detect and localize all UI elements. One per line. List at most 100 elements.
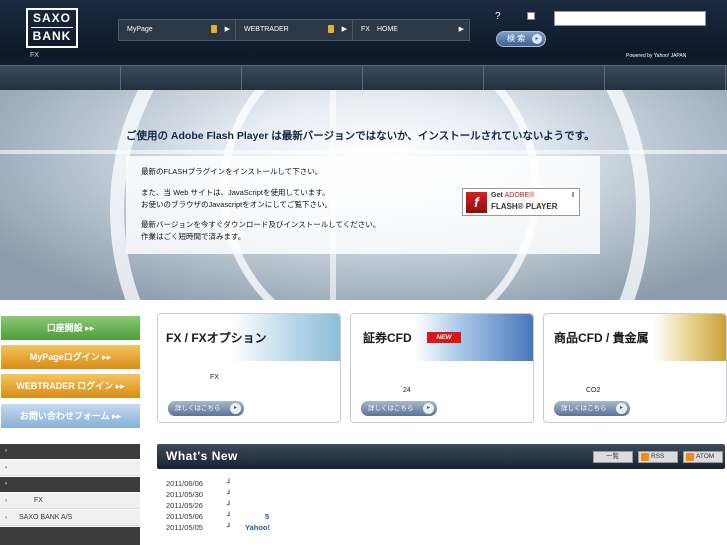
download-arrow-icon: ⬇ (570, 192, 576, 199)
chevron-right-icon: › (5, 481, 7, 487)
logo-subtitle: FX (30, 52, 39, 59)
card-details-label: 詳しくはこちら (561, 405, 607, 412)
contact-form-button[interactable]: お問い合わせフォーム ▸▸ (1, 404, 140, 428)
main-nav-item[interactable] (484, 66, 605, 90)
news-separator: ┛ (227, 480, 232, 487)
card-details-label: 詳しくはこちら (368, 405, 414, 412)
chevron-right-icon: › (5, 515, 7, 521)
card-title: 証券CFD (363, 331, 412, 345)
news-list-button[interactable]: 一覧 (593, 451, 633, 463)
product-card-fx[interactable]: FX / FXオプション FX 詳しくはこちら ▸ (157, 313, 341, 423)
news-separator: ┛ (227, 513, 232, 520)
flash-notice-line: また、当 Web サイトは、JavaScriptを使用しています。 (141, 188, 330, 197)
webtrader-login-button[interactable]: WEBTRADER ログイン ▸▸ (1, 374, 140, 398)
nav-mypage[interactable]: MyPage ▶ (119, 20, 236, 40)
new-badge: NEW (427, 332, 461, 343)
powered-by-text: Powered by Yahoo! JAPAN (626, 53, 687, 59)
flash-notice-line: 最新バージョンを今すぐダウンロード及びインストールしてください。 (141, 220, 381, 229)
card-details-button[interactable]: 詳しくはこちら ▸ (361, 401, 437, 416)
rss-button[interactable]: RSS (638, 451, 678, 463)
flash-notice-line: 作業はごく短時間で済みます。 (141, 232, 246, 241)
nav-webtrader-label: WEBTRADER (244, 26, 289, 33)
news-separator: ┛ (227, 524, 232, 531)
main-nav-item[interactable] (242, 66, 363, 90)
flash-notice-line: 最新のFLASHプラグインをインストールして下さい。 (141, 167, 323, 176)
flash-notice-box: 最新のFLASHプラグインをインストールして下さい。 また、当 Web サイトは… (126, 156, 600, 254)
news-date: 2011/05/26 (166, 501, 203, 510)
news-date: 2011/05/30 (166, 490, 203, 499)
get-flash-prefix: Get (491, 192, 505, 199)
chevron-right-icon: › (5, 498, 7, 504)
flash-icon: f (466, 192, 487, 213)
sidebar-section-header[interactable]: › (0, 477, 140, 492)
arrow-right-icon: ▶ (341, 26, 347, 33)
logo-bottom-text: BANK (32, 29, 72, 43)
flash-warning-title: ご使用の Adobe Flash Player は最新バージョンではないか、イン… (126, 130, 595, 142)
logo-top-text: SAXO (32, 11, 71, 25)
nav-mypage-label: MyPage (127, 26, 153, 33)
rss-icon (641, 453, 649, 461)
site-header: SAXO BANK FX MyPage ▶ WEBTRADER ▶ FX HOM… (0, 0, 727, 90)
nav-fx-home-label: FX HOME (361, 26, 398, 33)
main-nav-item[interactable] (605, 66, 726, 90)
sidebar-item-label: SAXO BANK A/S (19, 514, 73, 521)
arrow-circle-icon: ▸ (423, 403, 434, 414)
get-flash-line2: FLASH® PLAYER (491, 202, 558, 211)
card-details-label: 詳しくはこちら (175, 405, 221, 412)
mypage-login-button[interactable]: MyPageログイン ▸▸ (1, 345, 140, 369)
card-subtitle: 24 (403, 387, 411, 394)
news-link[interactable]: 5 (265, 512, 269, 521)
arrow-circle-icon: ▸ (532, 34, 542, 44)
search-button[interactable]: 検 索 ▸ (496, 31, 546, 47)
card-title: FX / FXオプション (166, 331, 267, 345)
news-list-label: 一覧 (606, 453, 619, 460)
card-subtitle: CO2 (586, 387, 601, 394)
rss-label: RSS (651, 453, 665, 460)
news-link[interactable]: Yahoo! (245, 523, 270, 532)
arrow-right-icon: ▶ (458, 26, 464, 33)
sidebar-item-label: FX (34, 497, 43, 504)
main-nav-item[interactable] (0, 66, 121, 90)
lock-icon (211, 25, 217, 33)
main-nav (0, 65, 727, 90)
arrow-circle-icon: ▸ (230, 403, 241, 414)
arrow-right-icon: ▶ (224, 26, 230, 33)
main-nav-item[interactable] (121, 66, 242, 90)
atom-button[interactable]: ATOM (683, 451, 723, 463)
arrow-circle-icon: ▸ (616, 403, 627, 414)
sidebar-item-fx[interactable]: › FX (0, 493, 140, 509)
sidebar-section-header[interactable]: › (0, 444, 140, 459)
card-subtitle: FX (210, 374, 219, 381)
nav-webtrader[interactable]: WEBTRADER ▶ (236, 20, 353, 40)
news-separator: ┛ (227, 491, 232, 498)
search-button-label: 検 索 (507, 34, 526, 43)
sidebar-item[interactable]: › (0, 460, 140, 476)
open-account-button[interactable]: 口座開設 ▸▸ (1, 316, 140, 340)
nav-fx-home[interactable]: FX HOME ▶ (353, 20, 469, 40)
get-flash-brand: ADOBE® (504, 192, 535, 199)
get-flash-player-button[interactable]: f Get ADOBE® FLASH® PLAYER ⬇ (462, 188, 580, 216)
rss-icon (686, 453, 694, 461)
search-option-checkbox[interactable] (527, 12, 535, 20)
hero-banner: ご使用の Adobe Flash Player は最新バージョンではないか、イン… (0, 90, 727, 300)
top-navbar: MyPage ▶ WEBTRADER ▶ FX HOME ▶ (118, 19, 470, 41)
whats-new-title: What's New (166, 449, 238, 463)
card-details-button[interactable]: 詳しくはこちら ▸ (168, 401, 244, 416)
chevron-right-icon: › (5, 465, 7, 471)
main-nav-item[interactable] (363, 66, 484, 90)
news-date: 2011/05/05 (166, 523, 203, 532)
whats-new-header: What's New 一覧 RSS ATOM (157, 444, 725, 469)
flash-notice-line: お使いのブラウザのJavascriptをオンにしてご覧下さい。 (141, 200, 333, 209)
sidebar-section-header[interactable] (0, 527, 140, 545)
hero-decoration (0, 150, 727, 154)
search-input[interactable] (554, 11, 706, 26)
help-icon[interactable]: ? (495, 11, 501, 22)
atom-label: ATOM (696, 453, 715, 460)
product-card-stock-cfd[interactable]: 証券CFD NEW 24 詳しくはこちら ▸ (350, 313, 534, 423)
saxo-bank-logo[interactable]: SAXO BANK (26, 8, 78, 48)
card-details-button[interactable]: 詳しくはこちら ▸ (554, 401, 630, 416)
news-date: 2011/06/06 (166, 479, 203, 488)
sidebar-item-saxo-bank[interactable]: › SAXO BANK A/S (0, 510, 140, 526)
get-flash-line1: Get ADOBE® (491, 192, 534, 199)
product-card-commodity-cfd[interactable]: 商品CFD / 貴金属 CO2 詳しくはこちら ▸ (543, 313, 727, 423)
